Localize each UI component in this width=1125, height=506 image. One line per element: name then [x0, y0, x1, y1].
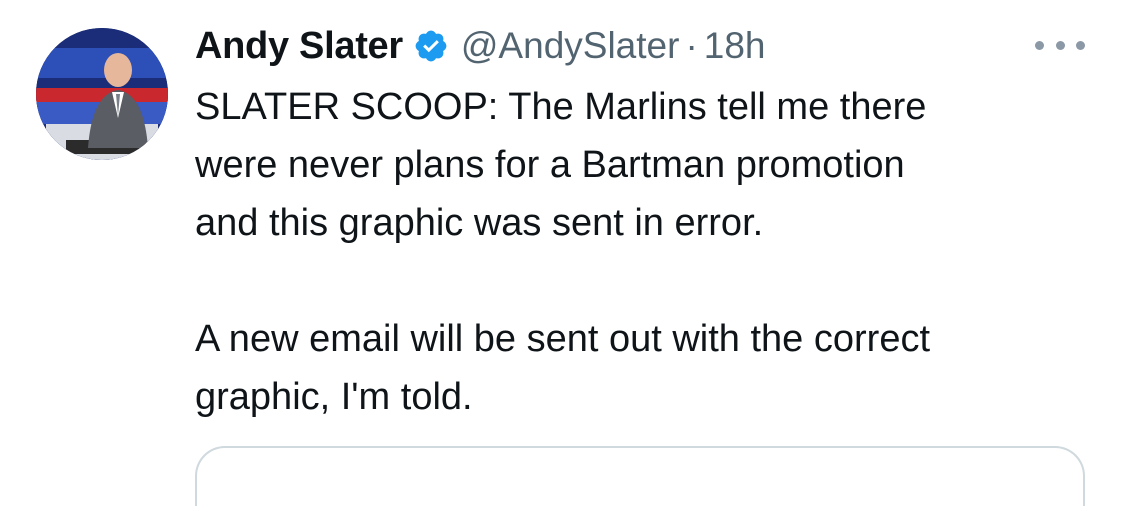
tweet-card[interactable]: Andy Slater @AndySlater · 18h SLATER SCO…	[0, 0, 1125, 506]
more-dot	[1076, 40, 1085, 50]
tweet-text-line: A new email will be sent out with the co…	[195, 318, 931, 360]
more-dot	[1055, 40, 1065, 50]
more-options-icon[interactable]	[1035, 30, 1085, 60]
tweet-text-line: graphic, I'm told.	[195, 376, 473, 418]
author-handle[interactable]: @AndySlater	[461, 25, 680, 67]
separator-dot: ·	[685, 25, 698, 66]
author-display-name[interactable]: Andy Slater	[195, 25, 403, 68]
avatar[interactable]	[36, 28, 168, 160]
tweet-text-line: were never plans for a Bartman promotion	[195, 144, 905, 186]
more-dot	[1035, 40, 1044, 50]
tweet-text-line: SLATER SCOOP: The Marlins tell me there	[195, 86, 927, 128]
media-card[interactable]	[195, 446, 1085, 506]
verified-badge-icon	[413, 28, 449, 64]
avatar-image	[36, 28, 168, 160]
tweet-header: Andy Slater @AndySlater · 18h	[195, 20, 766, 72]
timestamp[interactable]: 18h	[704, 25, 766, 67]
tweet-text: SLATER SCOOP: The Marlins tell me there …	[195, 78, 1095, 426]
tweet-text-line: and this graphic was sent in error.	[195, 202, 764, 244]
